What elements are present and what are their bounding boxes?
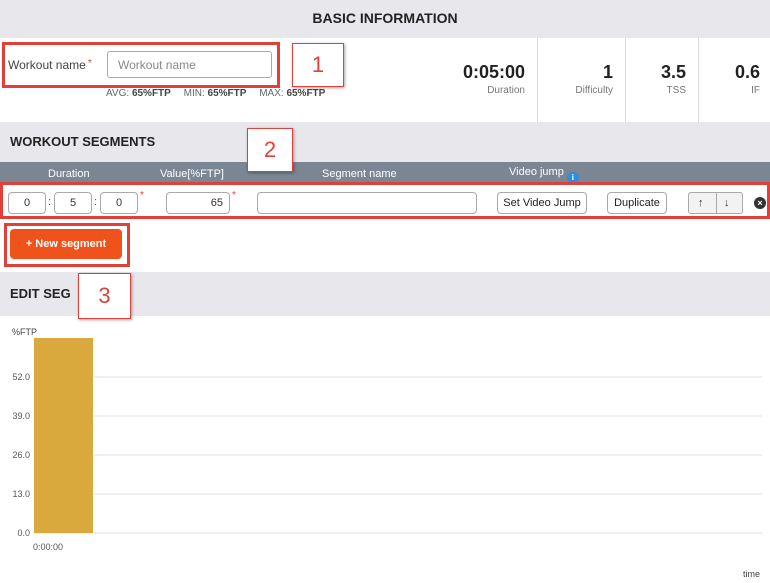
reorder-buttons: ↑ ↓ (688, 192, 743, 214)
set-video-jump-button[interactable]: Set Video Jump (497, 192, 587, 214)
min-label: MIN: (183, 88, 205, 99)
move-up-icon[interactable]: ↑ (698, 197, 704, 209)
x-tick-label: 0:00:00 (33, 542, 63, 552)
callout-number-2: 2 (247, 128, 293, 172)
remove-segment-icon[interactable]: × (754, 197, 766, 209)
ftp-summary: AVG: 65%FTP MIN: 65%FTP MAX: 65%FTP (106, 88, 325, 99)
divider (716, 193, 717, 213)
basic-information-title: BASIC INFORMATION (312, 10, 458, 26)
y-tick-label: 39.0 (12, 411, 30, 421)
segments-column-header: Duration Value[%FTP] Segment name Video … (0, 162, 770, 184)
workout-segments-header: WORKOUT SEGMENTS (0, 122, 770, 162)
move-down-icon[interactable]: ↓ (724, 197, 730, 209)
y-tick-label: 52.0 (12, 372, 30, 382)
basic-information-panel: Workout name* AVG: 65%FTP MIN: 65%FTP MA… (0, 38, 770, 122)
duplicate-button[interactable]: Duplicate (607, 192, 667, 214)
y-tick-label: 13.0 (12, 489, 30, 499)
duration-minutes-input[interactable] (54, 192, 92, 214)
duration-seconds-input[interactable] (100, 192, 138, 214)
basic-information-header: BASIC INFORMATION (0, 0, 770, 38)
metric-difficulty-label: Difficulty (575, 85, 613, 96)
segment-row: : : * * Set Video Jump Duplicate ↑ ↓ × (0, 182, 770, 219)
workout-name-label: Workout name * (8, 58, 92, 72)
column-value: Value[%FTP] (160, 168, 224, 180)
ftp-value-input[interactable] (166, 192, 230, 214)
min-value: 65%FTP (207, 88, 247, 99)
workout-segments-title: WORKOUT SEGMENTS (10, 134, 156, 149)
column-duration: Duration (48, 168, 90, 180)
metric-if-value: 0.6 (734, 62, 760, 82)
metric-tss: 3.5 TSS (625, 38, 698, 122)
required-mark: * (87, 58, 92, 69)
required-mark: * (232, 190, 236, 201)
workout-chart: %FTP 0.0 13.0 26.0 39.0 52.0 0:00:00 time (12, 327, 762, 579)
metric-if: 0.6 IF (698, 38, 770, 122)
x-axis-label: time (743, 569, 760, 579)
duration-separator: : (94, 196, 98, 208)
column-segment-name: Segment name (322, 168, 397, 180)
metric-if-label: IF (751, 85, 760, 96)
callout-number-3: 3 (78, 273, 131, 319)
max-value: 65%FTP (286, 88, 326, 99)
duration-separator: : (48, 196, 52, 208)
y-tick-label: 0.0 (17, 528, 30, 538)
callout-number-1: 1 (292, 43, 344, 87)
y-tick-label: 26.0 (12, 450, 30, 460)
metric-duration-value: 0:05:00 (462, 62, 525, 82)
workout-name-input[interactable] (107, 51, 272, 78)
duration-hours-input[interactable] (8, 192, 46, 214)
metric-difficulty: 1 Difficulty (537, 38, 625, 122)
metric-tss-value: 3.5 (660, 62, 686, 82)
new-segment-button[interactable]: + New segment (10, 229, 122, 259)
metric-duration: 0:05:00 Duration (441, 38, 537, 122)
metric-tss-label: TSS (666, 85, 686, 96)
workout-name-label-text: Workout name (8, 58, 86, 72)
edit-segments-title: EDIT SEG (10, 286, 71, 301)
metric-difficulty-value: 1 (602, 62, 613, 82)
max-label: MAX: (259, 88, 284, 99)
column-video-jump: Video jump i (509, 166, 579, 184)
y-axis-label: %FTP (12, 327, 37, 337)
avg-value: 65%FTP (131, 88, 171, 99)
column-video-jump-text: Video jump (509, 166, 564, 178)
segment-name-input[interactable] (257, 192, 477, 214)
metric-duration-label: Duration (487, 85, 525, 96)
required-mark: * (140, 190, 144, 201)
segment-bar (34, 338, 93, 533)
avg-label: AVG: (106, 88, 130, 99)
